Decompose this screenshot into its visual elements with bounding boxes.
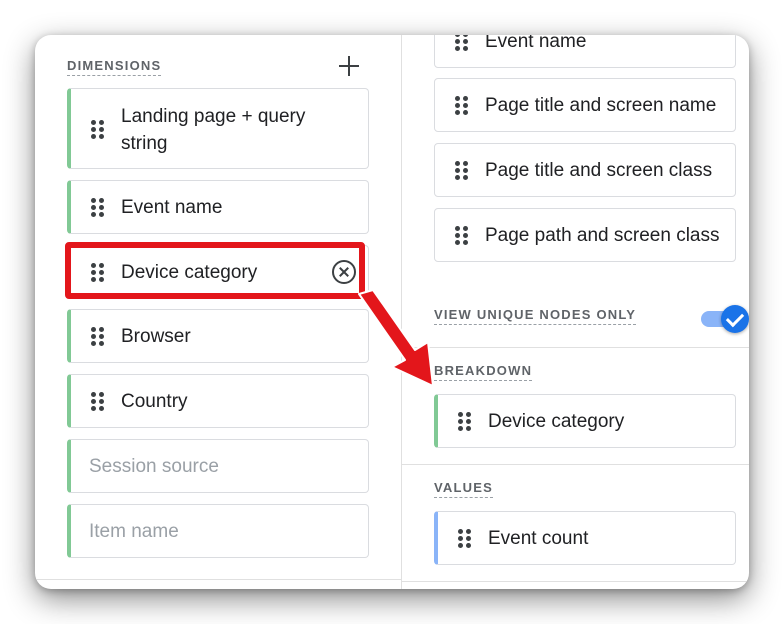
breakdown-chip-device-category[interactable]: Device category [434, 394, 736, 448]
dimension-chip-item-name[interactable]: Item name [67, 504, 369, 558]
node-chip-event-name[interactable]: Event name [434, 35, 736, 68]
node-chip-label: Page title and screen name [485, 94, 717, 116]
dimensions-heading: DIMENSIONS [67, 58, 162, 76]
node-chip-label: Event name [485, 35, 587, 52]
dimension-chip-label: Session source [89, 455, 219, 477]
section-divider [35, 579, 401, 580]
node-chip-label: Page path and screen class [485, 224, 720, 246]
node-chip-page-path-screen-class[interactable]: Page path and screen class [434, 208, 736, 262]
dimension-chip-label: Browser [121, 325, 191, 347]
drag-handle-icon[interactable] [91, 327, 105, 346]
dimension-chip-label: Country [121, 390, 188, 412]
values-heading: VALUES [434, 480, 493, 498]
drag-handle-icon[interactable] [458, 529, 472, 548]
drag-handle-icon[interactable] [91, 120, 105, 139]
section-divider [402, 347, 749, 348]
drag-handle-icon[interactable] [91, 263, 105, 282]
dimension-chip-session-source[interactable]: Session source [67, 439, 369, 493]
node-chip-label: Page title and screen class [485, 159, 713, 181]
breakdown-chip-label: Device category [488, 410, 625, 432]
value-chip-label: Event count [488, 527, 589, 549]
remove-circle-icon[interactable] [332, 260, 356, 284]
dimension-chip-label: Item name [89, 520, 179, 542]
dimension-chip-landing-page[interactable]: Landing page + query string [67, 88, 369, 169]
dimension-chip-label: Device category [121, 261, 258, 283]
node-chip-page-title-screen-name[interactable]: Page title and screen name [434, 78, 736, 132]
exploration-settings-panel: DIMENSIONS Landing page + query string E… [35, 35, 749, 589]
value-chip-event-count[interactable]: Event count [434, 511, 736, 565]
dimension-chip-event-name[interactable]: Event name [67, 180, 369, 234]
dimension-chip-label: Event name [121, 196, 223, 218]
dimension-chip-label: Landing page + query string [121, 106, 306, 154]
drag-handle-icon[interactable] [455, 35, 469, 51]
node-chip-page-title-screen-class[interactable]: Page title and screen class [434, 143, 736, 197]
section-divider [402, 464, 749, 465]
drag-handle-icon[interactable] [455, 161, 469, 180]
add-dimension-icon[interactable] [337, 54, 361, 78]
dimension-chip-country[interactable]: Country [67, 374, 369, 428]
dimension-chip-browser[interactable]: Browser [67, 309, 369, 363]
drag-handle-icon[interactable] [91, 392, 105, 411]
drag-handle-icon[interactable] [458, 412, 472, 431]
drag-handle-icon[interactable] [455, 96, 469, 115]
drag-handle-icon[interactable] [91, 198, 105, 217]
dimensions-panel: DIMENSIONS Landing page + query string E… [35, 35, 402, 589]
drag-handle-icon[interactable] [455, 226, 469, 245]
view-unique-nodes-label: VIEW UNIQUE NODES ONLY [434, 307, 637, 325]
checkmark-icon [721, 305, 749, 333]
dimension-chip-device-category[interactable]: Device category [67, 245, 369, 299]
section-divider [402, 581, 749, 582]
settings-panel: Event name Page title and screen name Pa… [402, 35, 749, 589]
view-unique-nodes-toggle[interactable] [701, 304, 749, 334]
breakdown-heading: BREAKDOWN [434, 363, 533, 381]
